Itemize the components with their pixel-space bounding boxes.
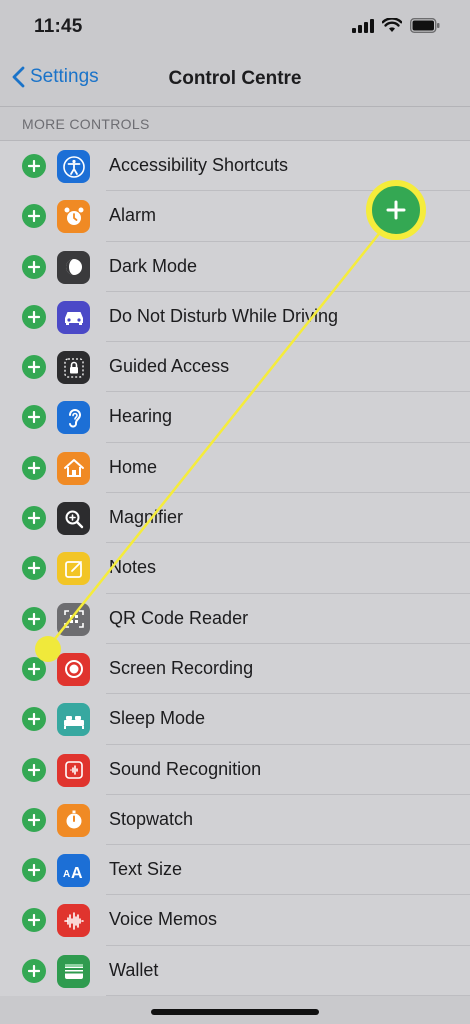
navigation-bar: Settings Control Centre — [0, 56, 470, 107]
control-label: QR Code Reader — [109, 607, 249, 628]
plus-icon — [28, 612, 40, 625]
status-time: 11:45 — [34, 16, 83, 37]
add-control-button[interactable] — [22, 254, 46, 279]
control-label: Notes — [109, 557, 157, 578]
plus-icon — [28, 260, 40, 273]
add-control-button[interactable] — [22, 656, 46, 681]
control-row: Voice Memos — [0, 895, 470, 946]
waveform-icon — [57, 904, 90, 938]
control-row: Stopwatch — [0, 795, 470, 846]
plus-icon — [28, 512, 40, 525]
more-controls-list: Accessibility Shortcuts Alarm Dark Mode Do … — [0, 140, 470, 997]
plus-icon — [28, 662, 40, 675]
magnifier-icon — [57, 502, 90, 536]
plus-icon — [28, 562, 40, 575]
control-label: Stopwatch — [109, 808, 194, 829]
wifi-icon — [382, 18, 402, 32]
control-label: Magnifier — [109, 507, 184, 528]
accessibility-icon — [57, 150, 90, 183]
control-label: Screen Recording — [109, 657, 254, 678]
control-label: Voice Memos — [109, 909, 218, 930]
control-row: Sound Recognition — [0, 745, 470, 795]
add-control-button[interactable] — [22, 958, 46, 983]
lock-icon — [57, 351, 90, 385]
control-label: Text Size — [109, 859, 183, 880]
status-bar: 11:45 — [0, 0, 470, 56]
add-control-button[interactable] — [22, 204, 46, 229]
add-control-button[interactable] — [22, 455, 46, 480]
plus-icon — [28, 864, 40, 877]
plus-icon — [28, 411, 40, 424]
section-header: MORE CONTROLS — [22, 116, 150, 132]
control-label: Home — [109, 456, 158, 477]
control-label: Guided Access — [109, 356, 230, 377]
add-control-button[interactable] — [22, 405, 46, 430]
add-control-button[interactable] — [22, 858, 46, 883]
control-label: Do Not Disturb While Driving — [109, 305, 339, 326]
control-row: Accessibility Shortcuts — [0, 141, 470, 192]
home-indicator[interactable] — [151, 1009, 319, 1015]
notes-icon — [57, 552, 90, 586]
plus-icon — [28, 763, 40, 776]
svg-text:A: A — [71, 865, 83, 882]
add-control-button[interactable] — [22, 807, 46, 832]
control-label: Sleep Mode — [109, 708, 206, 729]
row-divider — [106, 995, 470, 997]
control-row: Do Not Disturb While Driving — [0, 292, 470, 343]
add-control-button[interactable] — [22, 154, 46, 178]
svg-text:A: A — [63, 869, 70, 880]
plus-icon — [28, 310, 40, 323]
control-row: QR Code Reader — [0, 594, 470, 644]
add-control-button[interactable] — [22, 757, 46, 782]
add-control-button[interactable] — [22, 707, 46, 732]
control-label: Hearing — [109, 406, 173, 427]
control-label: Accessibility Shortcuts — [109, 155, 289, 175]
ear-icon — [57, 401, 90, 435]
alarm-clock-icon — [57, 200, 90, 234]
plus-icon — [28, 713, 40, 726]
add-control-button[interactable] — [22, 908, 46, 933]
plus-icon — [28, 813, 40, 826]
qr-code-icon — [57, 602, 90, 636]
plus-icon — [28, 160, 40, 172]
stopwatch-icon — [57, 803, 90, 837]
page-title: Control Centre — [168, 68, 302, 89]
status-icons — [352, 18, 440, 33]
plus-icon — [28, 461, 40, 474]
plus-icon — [28, 210, 40, 223]
add-control-button[interactable] — [22, 355, 46, 380]
control-row: Wallet — [0, 946, 470, 997]
house-icon — [57, 451, 90, 485]
plus-icon — [28, 964, 40, 977]
control-row: Notes — [0, 543, 470, 594]
add-control-button[interactable] — [22, 506, 46, 531]
add-control-button[interactable] — [22, 304, 46, 329]
control-row: Magnifier — [0, 493, 470, 544]
sound-recognition-icon — [57, 753, 90, 787]
plus-icon — [28, 914, 40, 927]
record-icon — [57, 652, 90, 686]
control-row: Dark Mode — [0, 242, 470, 292]
control-label: Wallet — [109, 959, 159, 980]
dark-mode-icon — [57, 250, 90, 284]
control-label: Sound Recognition — [109, 758, 262, 779]
add-control-button[interactable] — [22, 606, 46, 631]
plus-icon — [28, 361, 40, 374]
control-row: A A Text Size — [0, 845, 470, 896]
control-row: Hearing — [0, 392, 470, 443]
cellular-signal-icon — [352, 18, 374, 33]
control-row: Screen Recording — [0, 644, 470, 695]
bed-icon — [57, 703, 90, 737]
battery-icon — [410, 18, 440, 33]
wallet-icon — [57, 954, 90, 988]
control-label: Alarm — [109, 205, 157, 226]
control-row: Guided Access — [0, 342, 470, 393]
control-row: Alarm — [0, 191, 470, 242]
car-icon — [57, 300, 90, 334]
text-size-icon: AA — [57, 854, 90, 888]
control-row: Home — [0, 443, 470, 494]
control-label: Dark Mode — [109, 255, 198, 276]
add-control-button[interactable] — [22, 556, 46, 581]
control-row: Sleep Mode — [0, 694, 470, 745]
